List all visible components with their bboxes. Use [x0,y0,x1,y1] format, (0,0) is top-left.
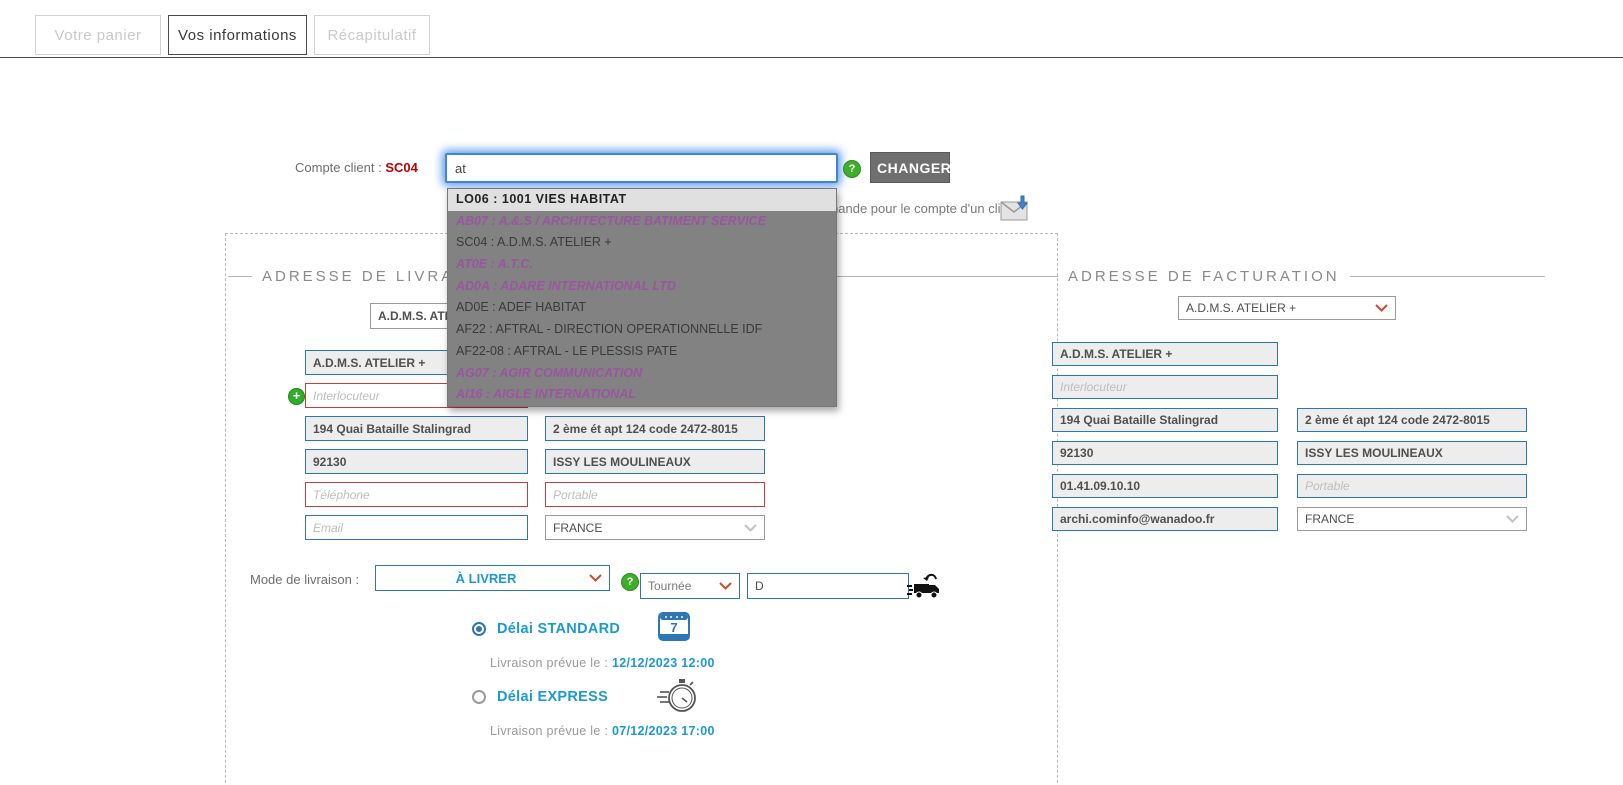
billing-zip-field[interactable] [1052,441,1278,465]
billing-address1-field[interactable] [1052,408,1278,432]
autocomplete-item[interactable]: AD0E : ADEF HABITAT [448,297,836,319]
chevron-down-icon [589,574,602,582]
checkout-page: Votre panier Vos informations Récapitula… [0,0,1623,785]
tab-vos-informations[interactable]: Vos informations [168,15,307,55]
delivery-city-field[interactable] [545,449,765,474]
svg-text:7: 7 [670,620,677,635]
billing-phone-field[interactable] [1052,474,1278,498]
delivery-country-value: FRANCE [553,520,603,535]
account-autocomplete-dropdown: LO06 : 1001 VIES HABITAT AB07 : A.&.S / A… [447,188,837,407]
billing-country-value: FRANCE [1305,512,1355,526]
tab-votre-panier[interactable]: Votre panier [35,15,161,55]
express-note-text: Livraison prévue le : [490,724,609,738]
calendar-icon: 7 [658,611,690,647]
autocomplete-item[interactable]: AG07 : AGIR COMMUNICATION [448,363,836,385]
divider [228,276,252,277]
autocomplete-item[interactable]: AF22 : AFTRAL - DIRECTION OPERATIONNELLE… [448,319,836,341]
standard-note-text: Livraison prévue le : [490,656,609,670]
standard-date: 12/12/2023 12:00 [611,656,715,670]
chevron-down-icon [1506,515,1519,523]
delivery-mode-value: À LIVRER [455,570,517,586]
delivery-zip-field[interactable] [305,449,528,474]
chevron-down-icon [1375,304,1388,312]
chevron-down-icon [744,523,757,532]
express-delivery-note: Livraison prévue le : 07/12/2023 17:00 [490,724,715,738]
billing-title-text: ADRESSE DE FACTURATION [1068,268,1340,285]
delivery-mobile-field[interactable] [545,482,765,507]
billing-address2-field[interactable] [1297,408,1527,432]
delivery-address2-field[interactable] [545,416,765,441]
autocomplete-item[interactable]: AI16 : AIGLE INTERNATIONAL [448,384,836,406]
stopwatch-icon [652,676,698,723]
tab-recapitulatif[interactable]: Récapitulatif [314,15,430,55]
billing-company-field[interactable] [1052,342,1278,366]
billing-address-select[interactable]: A.D.M.S. ATELIER + [1178,296,1396,320]
account-search-input[interactable] [445,153,838,183]
help-icon-tournee[interactable]: ? [621,573,639,591]
billing-city-field[interactable] [1297,441,1527,465]
tournee-code-input[interactable] [747,573,909,599]
add-contact-icon[interactable]: + [288,388,305,405]
divider [1040,276,1058,277]
autocomplete-item[interactable]: AD0A : ADARE INTERNATIONAL LTD [448,276,836,298]
delivery-country-select[interactable]: FRANCE [545,515,765,540]
delivery-address1-field[interactable] [305,416,528,441]
express-delay-radio[interactable] [472,690,486,704]
billing-interlocuteur-field[interactable] [1052,375,1278,399]
change-account-button[interactable]: CHANGER [870,152,951,183]
delivery-truck-icon [906,571,944,608]
divider [1349,276,1545,277]
account-code: SC04 [385,160,418,175]
express-date: 07/12/2023 17:00 [611,724,715,738]
billing-mobile-field[interactable] [1297,474,1527,498]
standard-delay-radio[interactable] [472,622,486,636]
autocomplete-item[interactable]: AF22-08 : AFTRAL - LE PLESSIS PATE [448,341,836,363]
billing-title: ADRESSE DE FACTURATION [1040,268,1545,285]
mail-order-icon[interactable] [1000,195,1032,227]
chevron-down-icon [719,582,732,590]
tabbar-divider [0,57,1623,58]
autocomplete-item[interactable]: AB07 : A.&.S / ARCHITECTURE BATIMENT SER… [448,211,836,233]
standard-delay-label: Délai STANDARD [497,621,621,637]
billing-email-field[interactable] [1052,507,1278,531]
standard-delivery-note: Livraison prévue le : 12/12/2023 12:00 [490,656,715,670]
billing-country-select[interactable]: FRANCE [1297,507,1527,531]
tournee-select[interactable]: Tournée [640,573,740,599]
tournee-value: Tournée [648,579,692,593]
delivery-phone-field[interactable] [305,482,528,507]
delivery-mode-select[interactable]: À LIVRER [375,565,610,591]
autocomplete-item[interactable]: SC04 : A.D.M.S. ATELIER + [448,232,836,254]
express-delay-label: Délai EXPRESS [497,689,609,705]
autocomplete-item[interactable]: AT0E : A.T.C. [448,254,836,276]
account-label: Compte client : SC04 [295,160,418,175]
delivery-mode-label: Mode de livraison : [250,572,360,587]
billing-address-select-value: A.D.M.S. ATELIER + [1186,301,1297,315]
autocomplete-item[interactable]: LO06 : 1001 VIES HABITAT [448,189,836,211]
account-label-text: Compte client : [295,160,382,175]
help-icon-account[interactable]: ? [843,160,861,178]
delivery-email-field[interactable] [305,515,528,540]
